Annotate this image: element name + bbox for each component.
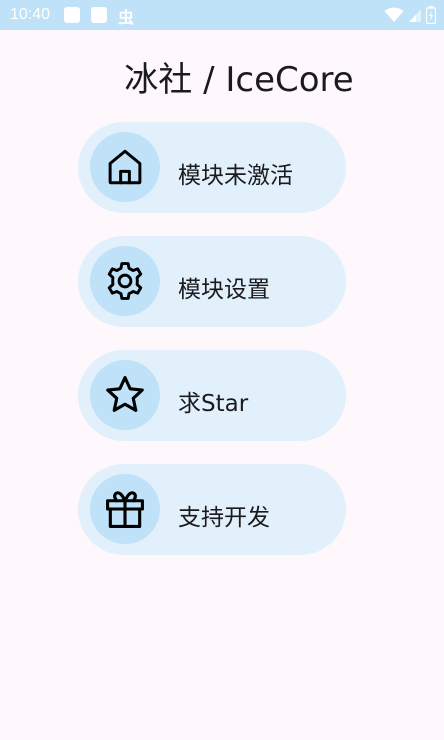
battery-icon — [426, 6, 436, 24]
module-settings-button[interactable]: 模块设置 — [78, 236, 346, 327]
menu-item-label: 模块未激活 — [178, 163, 293, 189]
menu-item-label: 支持开发 — [178, 505, 270, 531]
status-time: 10:40 — [10, 6, 51, 23]
notification-square-icon — [91, 7, 107, 23]
gear-icon — [107, 262, 143, 300]
icon-circle — [90, 246, 160, 316]
module-status-button[interactable]: 模块未激活 — [78, 122, 346, 213]
bug-icon: 虫 — [118, 8, 135, 27]
home-icon — [108, 149, 142, 185]
star-icon — [106, 376, 144, 412]
support-development-button[interactable]: 支持开发 — [78, 464, 346, 555]
notification-square-icon — [64, 7, 80, 23]
star-repo-button[interactable]: 求Star — [78, 350, 346, 441]
icon-circle — [90, 474, 160, 544]
icon-circle — [90, 360, 160, 430]
gift-icon — [106, 491, 144, 528]
status-bar: 10:40 虫 — [0, 0, 444, 30]
wifi-icon — [384, 7, 404, 22]
status-icons — [384, 6, 436, 24]
menu-item-label: 求Star — [178, 391, 249, 417]
icon-circle — [90, 132, 160, 202]
app-title: 冰社 / IceCore — [124, 60, 354, 100]
cellular-signal-icon — [409, 9, 421, 22]
menu-item-label: 模块设置 — [178, 277, 270, 303]
